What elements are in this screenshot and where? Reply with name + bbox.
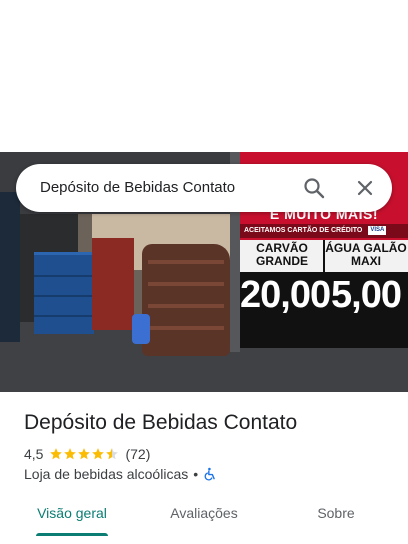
- sign-card-notice-text: ACEITAMOS CARTÃO DE CRÉDITO: [244, 227, 363, 234]
- tab-avaliacoes[interactable]: Avaliações: [152, 496, 256, 536]
- separator-dot: •: [193, 466, 199, 482]
- place-tabs: Visão geral Avaliações Sobre: [0, 496, 408, 536]
- rating-row[interactable]: 4,5 (72): [24, 446, 150, 462]
- photo-charcoal-sacks: [142, 244, 230, 356]
- star-icon: [92, 448, 105, 460]
- tab-sobre[interactable]: Sobre: [284, 496, 388, 536]
- sign-price-1: 20,00: [240, 274, 331, 316]
- star-icon: [78, 448, 91, 460]
- review-count[interactable]: (72): [125, 446, 150, 462]
- close-icon[interactable]: [353, 176, 377, 200]
- star-rating: [49, 447, 119, 461]
- place-title: Depósito de Bebidas Contato: [24, 411, 298, 434]
- search-bar[interactable]: Depósito de Bebidas Contato: [16, 164, 392, 212]
- search-icon[interactable]: [302, 176, 326, 200]
- place-category: Loja de bebidas alcoólicas: [24, 466, 189, 482]
- photo-water-bottle: [132, 314, 150, 344]
- tab-indicator: [36, 533, 108, 536]
- category-row: Loja de bebidas alcoólicas •: [24, 466, 217, 482]
- sign-card-notice: ACEITAMOS CARTÃO DE CRÉDITO VISA: [240, 224, 408, 238]
- photo-door: [0, 192, 20, 342]
- wheelchair-icon: [203, 467, 217, 481]
- photo-crates: [34, 252, 94, 334]
- search-input[interactable]: Depósito de Bebidas Contato: [40, 179, 235, 196]
- rating-value: 4,5: [24, 446, 44, 462]
- tab-visao-geral[interactable]: Visão geral: [20, 496, 124, 536]
- sign-product-2: ÁGUA GALÃO MAXI: [325, 241, 407, 268]
- photo-rack: [92, 238, 134, 330]
- star-icon: [64, 448, 77, 460]
- sign-product-1: CARVÃO GRANDE: [255, 241, 308, 268]
- star-icon: [50, 448, 63, 460]
- sign-price-2: 5,00: [331, 274, 402, 316]
- star-icon: [106, 448, 119, 460]
- sign-card-badge: VISA: [368, 226, 387, 235]
